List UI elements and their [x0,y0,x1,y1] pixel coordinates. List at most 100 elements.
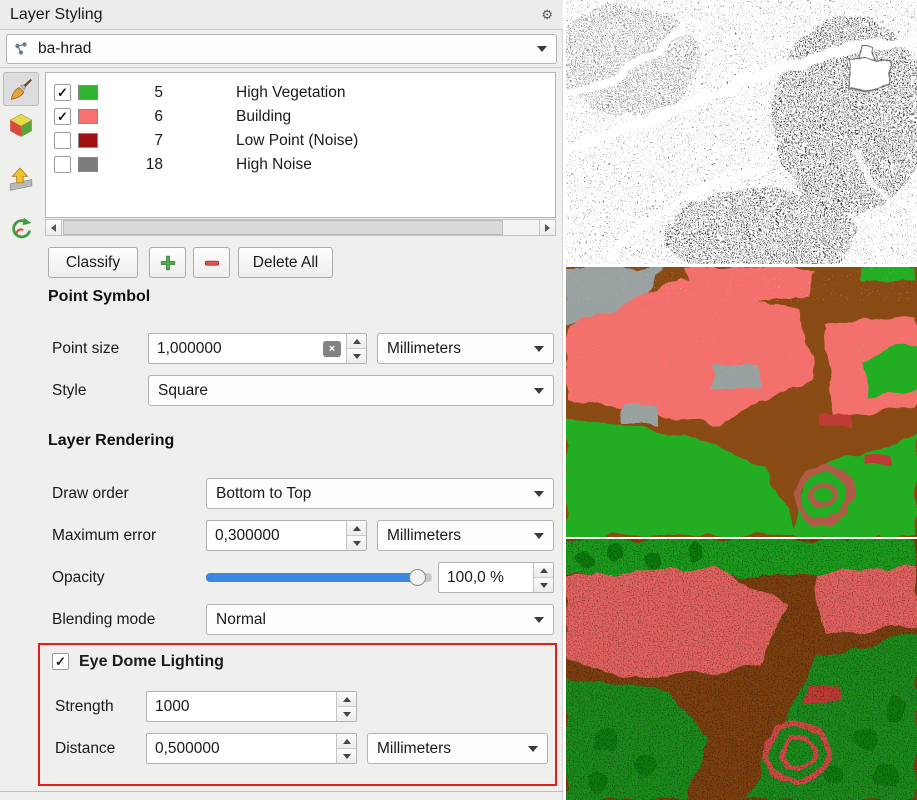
maximum-error-input[interactable] [207,521,344,550]
layer-name: ba-hrad [29,40,537,58]
distance-input[interactable] [147,734,334,763]
point-size-unit-select[interactable]: Millimeters [377,333,554,364]
style-label: Style [52,375,86,406]
spin-up-arrow-icon [353,526,361,531]
spin-down-button[interactable] [337,749,356,763]
chevron-down-icon [537,46,547,52]
preview-classification-render [566,267,917,537]
scrollbar-thumb[interactable] [63,220,503,235]
maximum-error-label: Maximum error [52,520,156,551]
tab-symbology[interactable] [3,72,39,106]
class-code: 6 [121,105,163,129]
maximum-error-spinbox [206,520,367,551]
spin-down-button[interactable] [534,578,553,592]
tab-3d-symbology[interactable] [3,108,39,142]
styling-tab-strip [2,72,42,248]
eye-dome-lighting-heading: Eye Dome Lighting [79,652,224,671]
add-class-button[interactable] [149,247,186,278]
style-select[interactable]: Square [148,375,554,406]
clear-field-icon[interactable]: × [323,341,341,357]
class-color-swatch[interactable] [78,133,98,148]
strength-input[interactable] [147,692,334,721]
spinner [346,334,366,363]
chevron-down-icon [534,346,544,352]
class-code: 5 [121,81,163,105]
point-symbol-heading: Point Symbol [48,288,150,306]
class-visibility-checkbox[interactable]: ✓ [54,84,71,101]
map-preview-column [566,0,917,800]
class-visibility-checkbox[interactable] [54,156,71,173]
blending-mode-select[interactable]: Normal [206,604,554,635]
tab-history[interactable] [3,212,39,246]
spin-down-arrow-icon [540,583,548,588]
point-size-label: Point size [52,333,119,364]
spin-down-arrow-icon [353,541,361,546]
class-code: 18 [121,153,163,177]
spin-up-button[interactable] [337,692,356,707]
scroll-right-button[interactable] [539,220,555,235]
class-color-swatch[interactable] [78,109,98,124]
distance-spinbox [146,733,357,764]
spinner [336,692,356,721]
point-cloud-edl-image [566,539,917,800]
panel-options-gear-icon[interactable]: ⚙ [541,7,553,23]
draw-order-label: Draw order [52,478,129,509]
class-row[interactable]: ✓ 5 High Vegetation 37, [46,81,555,105]
opacity-input[interactable] [439,563,531,592]
preview-sketch-render [566,0,917,264]
classify-button[interactable]: Classify [48,247,138,278]
spin-down-button[interactable] [337,707,356,721]
distance-unit-select[interactable]: Millimeters [367,733,548,764]
plus-icon [159,254,177,272]
spin-down-arrow-icon [343,754,351,759]
slider-handle[interactable] [409,569,426,586]
classification-table[interactable]: ✓ 5 High Vegetation 37, ✓ 6 Building 21,… [45,72,556,218]
class-color-swatch[interactable] [78,85,98,100]
slider-fill [206,573,418,582]
class-label: Low Point (Noise) [236,129,358,153]
spin-down-arrow-icon [353,354,361,359]
spin-up-arrow-icon [353,339,361,344]
tab-elevation[interactable] [3,162,39,196]
spin-down-button[interactable] [347,536,366,550]
class-visibility-checkbox[interactable] [54,132,71,149]
remove-class-button[interactable] [193,247,230,278]
point-size-input[interactable] [149,334,344,363]
spin-up-arrow-icon [343,739,351,744]
class-label: Building [236,105,291,129]
table-horizontal-scrollbar[interactable] [45,219,556,236]
spinner [533,563,553,592]
point-cloud-layer-icon [13,41,29,57]
class-label: High Noise [236,153,312,177]
draw-order-select[interactable]: Bottom to Top [206,478,554,509]
blending-mode-label: Blending mode [52,604,155,635]
panel-titlebar: Layer Styling ⚙ [0,0,563,30]
layer-selector[interactable]: ba-hrad [6,34,557,64]
class-row[interactable]: 7 Low Point (Noise) 1, [46,129,555,153]
class-color-swatch[interactable] [78,157,98,172]
panel-bottom-divider [0,791,563,792]
spin-up-button[interactable] [534,563,553,578]
delete-all-button[interactable]: Delete All [238,247,333,278]
spin-up-button[interactable] [347,334,366,349]
spin-up-button[interactable] [347,521,366,536]
opacity-spinbox [438,562,554,593]
opacity-slider[interactable] [206,562,432,593]
spin-down-arrow-icon [343,712,351,717]
spinner [346,521,366,550]
layer-rendering-heading: Layer Rendering [48,432,174,450]
spin-down-button[interactable] [347,349,366,363]
maximum-error-unit-select[interactable]: Millimeters [377,520,554,551]
opacity-label: Opacity [52,562,105,593]
elevation-arrow-icon [8,166,34,192]
minus-icon [203,254,221,272]
point-cloud-classification-image [566,267,917,537]
class-row[interactable]: ✓ 6 Building 21, [46,105,555,129]
eye-dome-lighting-checkbox[interactable]: ✓ [52,653,69,670]
scroll-left-button[interactable] [46,220,62,235]
spin-up-button[interactable] [337,734,356,749]
class-visibility-checkbox[interactable]: ✓ [54,108,71,125]
scroll-left-arrow-icon [51,224,56,232]
class-row[interactable]: 18 High Noise 1, [46,153,555,177]
strength-label: Strength [55,691,114,722]
